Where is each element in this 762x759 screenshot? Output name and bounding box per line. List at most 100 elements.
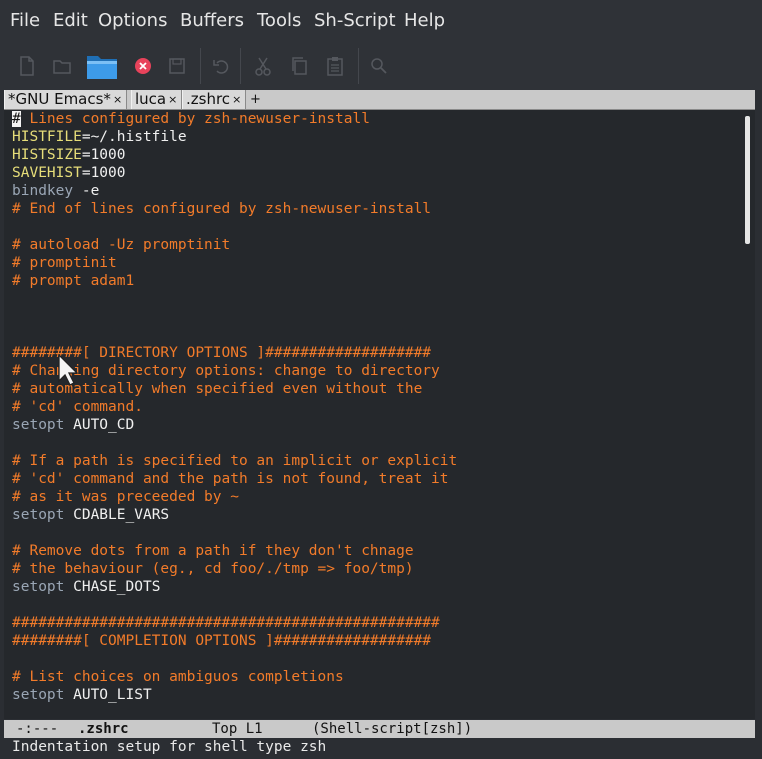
code-comment: # the behaviour (eg., cd foo/./tmp => fo… — [12, 561, 414, 577]
code-variable: SAVEHIST — [12, 165, 82, 181]
code-comment: Lines configured by zsh-newuser-install — [20, 111, 370, 127]
code-value: =~/.histfile — [81, 129, 187, 145]
code-line: ########[ COMPLETION OPTIONS ]##########… — [12, 632, 457, 650]
code-comment: # 'cd' command and the path is not found… — [12, 471, 449, 487]
code-variable: HISTFILE — [12, 129, 82, 145]
code-line: # promptinit — [12, 254, 457, 272]
mode-line: -:--- .zshrc Top L1 (Shell-script[zsh]) — [4, 720, 755, 738]
tab-close-icon[interactable]: × — [168, 93, 177, 106]
toolbar — [0, 42, 762, 90]
code-value: =1000 — [81, 147, 126, 163]
code-builtin: setopt — [12, 579, 65, 595]
text-cursor: # — [12, 111, 21, 127]
code-line: # List choices on ambiguos completions — [12, 668, 457, 686]
modeline-status: -:--- — [16, 721, 59, 737]
code-comment: # autoload -Uz promptinit — [12, 237, 231, 253]
mouse-cursor-icon — [58, 354, 79, 386]
code-line: bindkey -e — [12, 182, 457, 200]
code-builtin: setopt — [12, 507, 65, 523]
editor-buffer[interactable]: # Lines configured by zsh-newuser-instal… — [4, 110, 755, 719]
menu-file[interactable]: File — [10, 10, 40, 31]
code-line: SAVEHIST=1000 — [12, 164, 457, 182]
tab-close-icon[interactable]: × — [232, 93, 241, 106]
code-line: # as it was preceeded by ~ — [12, 488, 457, 506]
code-variable: HISTSIZE — [12, 147, 82, 163]
tab-luca[interactable]: luca × — [131, 90, 182, 109]
code-comment: # promptinit — [12, 255, 117, 271]
tab-close-icon[interactable]: × — [113, 93, 122, 106]
modeline-position: Top L1 — [212, 721, 263, 737]
code-line: # prompt adam1 — [12, 272, 457, 290]
code-line: # Lines configured by zsh-newuser-instal… — [12, 110, 457, 128]
code-argument: AUTO_CD — [64, 417, 135, 433]
menu-bar: File Edit Options Buffers Tools Sh-Scrip… — [0, 0, 762, 42]
scrollbar-thumb[interactable] — [745, 116, 750, 244]
modeline-buffer-name[interactable]: .zshrc — [78, 720, 129, 738]
copy-icon[interactable] — [284, 52, 314, 80]
code-line: # 'cd' command and the path is not found… — [12, 470, 457, 488]
code-comment: ########[ COMPLETION OPTIONS ]##########… — [12, 633, 432, 649]
tab-bar: *GNU Emacs* × luca × .zshrc × + — [4, 90, 755, 110]
cut-icon[interactable] — [248, 52, 278, 80]
code-line: setopt AUTO_CD — [12, 416, 457, 434]
code-line: setopt AUTO_LIST — [12, 686, 457, 704]
menu-tools[interactable]: Tools — [257, 10, 301, 31]
code-comment: # End of lines configured by zsh-newuser… — [12, 201, 432, 217]
code-comment: # 'cd' command. — [12, 399, 143, 415]
code-builtin: bindkey — [12, 183, 74, 199]
code-line: # autoload -Uz promptinit — [12, 236, 457, 254]
code-line: setopt CHASE_DOTS — [12, 578, 457, 596]
tab-label: *GNU Emacs* — [8, 90, 111, 108]
toolbar-separator — [200, 48, 201, 84]
paste-icon[interactable] — [320, 52, 350, 80]
code-line: HISTFILE=~/.histfile — [12, 128, 457, 146]
tab-gnu-emacs[interactable]: *GNU Emacs* × — [4, 90, 127, 109]
toolbar-separator — [240, 48, 241, 84]
code-builtin: setopt — [12, 417, 65, 433]
tab-label: luca — [135, 90, 167, 108]
new-file-icon[interactable] — [12, 52, 42, 80]
code-line: # If a path is specified to an implicit … — [12, 452, 457, 470]
code-text: # Lines configured by zsh-newuser-instal… — [12, 110, 457, 704]
code-line: setopt CDABLE_VARS — [12, 506, 457, 524]
code-argument: CDABLE_VARS — [64, 507, 170, 523]
vertical-scrollbar[interactable] — [741, 114, 755, 714]
code-line: # 'cd' command. — [12, 398, 457, 416]
modeline-major-mode[interactable]: (Shell-script[zsh]) — [312, 720, 472, 738]
open-directory-icon[interactable] — [47, 52, 77, 80]
undo-icon[interactable] — [206, 52, 236, 80]
code-argument: CHASE_DOTS — [64, 579, 161, 595]
open-folder-icon[interactable] — [85, 52, 119, 80]
code-line: # the behaviour (eg., cd foo/./tmp => fo… — [12, 560, 457, 578]
code-line: HISTSIZE=1000 — [12, 146, 457, 164]
code-comment: # If a path is specified to an implicit … — [12, 453, 458, 469]
echo-area: Indentation setup for shell type zsh — [12, 739, 327, 755]
tab-zshrc[interactable]: .zshrc × — [182, 90, 246, 109]
menu-edit[interactable]: Edit — [53, 10, 88, 31]
close-icon[interactable] — [128, 52, 158, 80]
new-tab-icon[interactable]: + — [250, 90, 261, 109]
code-comment: ########################################… — [12, 615, 440, 631]
code-argument: AUTO_LIST — [64, 687, 152, 703]
menu-options[interactable]: Options — [98, 10, 167, 31]
toolbar-separator — [358, 48, 359, 84]
menu-buffers[interactable]: Buffers — [180, 10, 244, 31]
code-comment: # Remove dots from a path if they don't … — [12, 543, 414, 559]
tab-label: .zshrc — [186, 90, 231, 108]
menu-sh-script[interactable]: Sh-Script — [314, 10, 396, 31]
code-comment: # prompt adam1 — [12, 273, 135, 289]
save-icon[interactable] — [162, 52, 192, 80]
menu-help[interactable]: Help — [404, 10, 445, 31]
code-builtin: setopt — [12, 687, 65, 703]
code-line: # End of lines configured by zsh-newuser… — [12, 200, 457, 218]
code-comment: # List choices on ambiguos completions — [12, 669, 344, 685]
code-value: =1000 — [81, 165, 126, 181]
search-icon[interactable] — [364, 52, 394, 80]
